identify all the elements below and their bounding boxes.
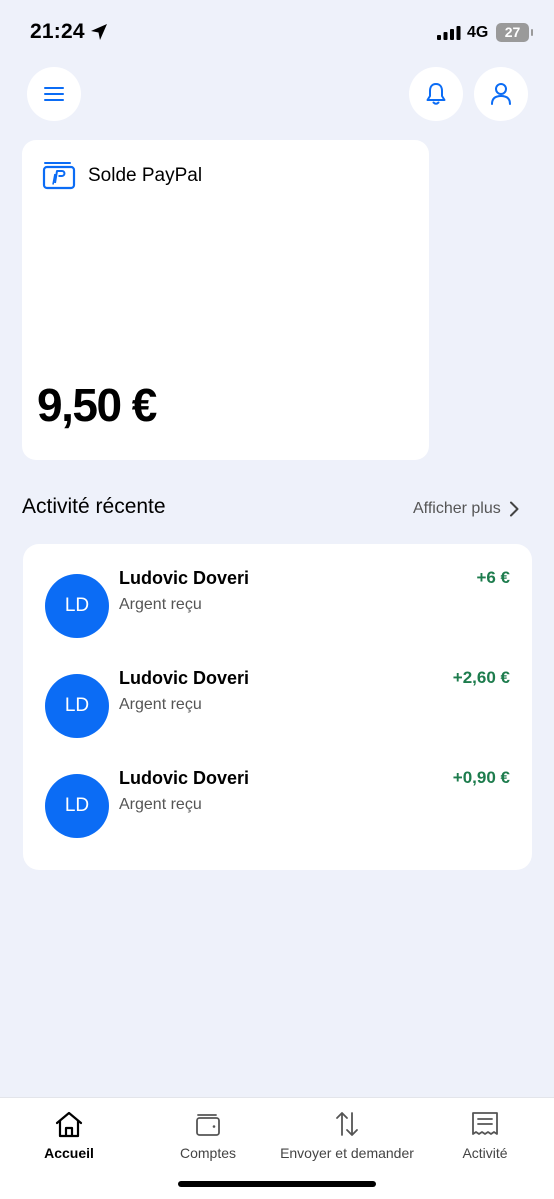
show-more-label: Afficher plus <box>413 500 501 517</box>
paypal-wallet-icon <box>42 162 76 190</box>
transaction-row[interactable]: LD Ludovic Doveri Argent reçu +6 € <box>23 544 532 638</box>
tab-accounts-label: Comptes <box>179 1145 237 1161</box>
tab-home[interactable]: Accueil <box>40 1110 98 1161</box>
tab-home-label: Accueil <box>44 1145 94 1161</box>
battery-icon: 27 <box>496 23 533 42</box>
avatar: LD <box>45 574 109 638</box>
recent-activity-title: Activité récente <box>22 495 166 518</box>
paypal-balance-card[interactable]: Solde PayPal 9,50 € <box>22 140 429 460</box>
tab-send-request-label: Envoyer et demander <box>280 1145 414 1161</box>
tab-accounts[interactable]: Comptes <box>172 1110 244 1161</box>
profile-button[interactable] <box>474 67 528 121</box>
transaction-amount: +6 € <box>476 568 510 587</box>
notifications-button[interactable] <box>409 67 463 121</box>
paypal-home-screen: 21:24 4G 27 Solde PayPal 9,50 € Activité… <box>0 0 554 1199</box>
bell-icon <box>426 83 446 105</box>
cellular-signal-icon <box>437 26 461 40</box>
transaction-row[interactable]: LD Ludovic Doveri Argent reçu +0,90 € <box>23 744 532 838</box>
transfer-arrows-icon <box>336 1112 358 1136</box>
tab-activity-label: Activité <box>462 1145 508 1161</box>
show-more-link[interactable]: Afficher plus <box>413 500 519 518</box>
transaction-amount: +0,90 € <box>452 768 510 787</box>
avatar: LD <box>45 674 109 738</box>
user-icon <box>491 83 511 105</box>
hamburger-menu-icon <box>44 87 64 101</box>
receipt-icon <box>472 1112 498 1135</box>
menu-button[interactable] <box>27 67 81 121</box>
status-bar: 21:24 4G 27 <box>0 0 554 66</box>
balance-amount: 9,50 € <box>37 379 157 431</box>
home-indicator <box>178 1181 376 1187</box>
network-type: 4G <box>467 24 489 41</box>
transaction-name: Ludovic Doveri <box>119 768 250 788</box>
tab-send-request[interactable]: Envoyer et demander <box>280 1110 414 1161</box>
wallet-icon <box>196 1114 220 1136</box>
transaction-name: Ludovic Doveri <box>119 568 250 588</box>
location-arrow-icon <box>91 24 107 40</box>
transaction-type: Argent reçu <box>119 696 202 713</box>
tab-activity[interactable]: Activité <box>456 1110 514 1161</box>
transactions-list: LD Ludovic Doveri Argent reçu +6 € LD Lu… <box>23 544 532 870</box>
transaction-row[interactable]: LD Ludovic Doveri Argent reçu +2,60 € <box>23 644 532 738</box>
transaction-type: Argent reçu <box>119 596 202 613</box>
home-icon <box>55 1111 83 1138</box>
balance-label: Solde PayPal <box>88 165 203 186</box>
transaction-type: Argent reçu <box>119 796 202 813</box>
status-time: 21:24 <box>30 20 85 43</box>
transaction-name: Ludovic Doveri <box>119 668 250 688</box>
avatar: LD <box>45 774 109 838</box>
chevron-right-icon <box>509 501 519 517</box>
transaction-amount: +2,60 € <box>452 668 510 687</box>
